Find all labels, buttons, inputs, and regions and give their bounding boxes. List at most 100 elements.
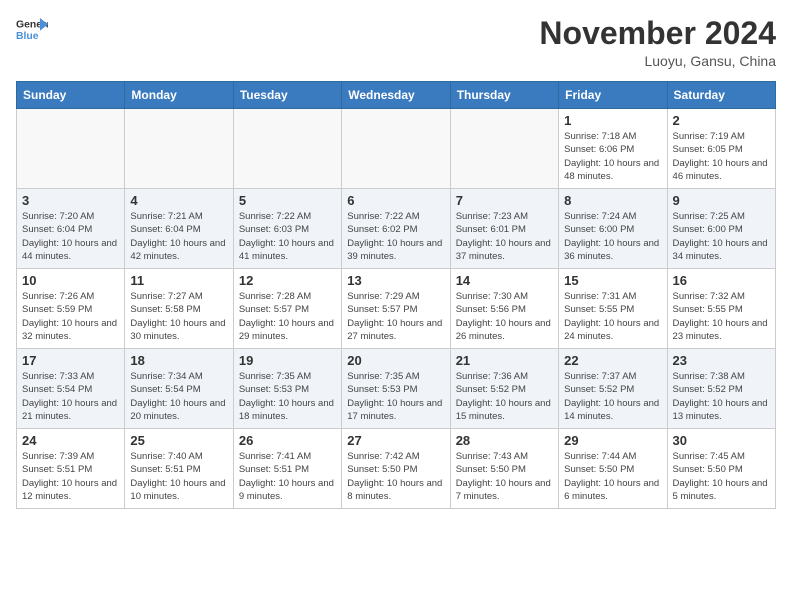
title-block: November 2024 Luoyu, Gansu, China — [539, 16, 776, 69]
weekday-header-wednesday: Wednesday — [342, 82, 450, 109]
month-title: November 2024 — [539, 16, 776, 51]
day-number: 6 — [347, 193, 444, 208]
weekday-header-row: SundayMondayTuesdayWednesdayThursdayFrid… — [17, 82, 776, 109]
day-info: Sunrise: 7:25 AM Sunset: 6:00 PM Dayligh… — [673, 210, 770, 263]
day-info: Sunrise: 7:43 AM Sunset: 5:50 PM Dayligh… — [456, 450, 553, 503]
calendar-cell: 26 Sunrise: 7:41 AM Sunset: 5:51 PM Dayli… — [233, 429, 341, 509]
calendar-week-2: 10 Sunrise: 7:26 AM Sunset: 5:59 PM Dayli… — [17, 269, 776, 349]
day-number: 23 — [673, 353, 770, 368]
calendar-cell: 9Sunrise: 7:25 AM Sunset: 6:00 PM Daylig… — [667, 189, 775, 269]
day-number: 14 — [456, 273, 553, 288]
day-number: 12 — [239, 273, 336, 288]
day-number: 24 — [22, 433, 119, 448]
day-number: 30 — [673, 433, 770, 448]
calendar-cell: 1 Sunrise: 7:18 AM Sunset: 6:06 PM Daylig… — [559, 109, 667, 189]
day-number: 25 — [130, 433, 227, 448]
day-number: 28 — [456, 433, 553, 448]
calendar-week-3: 17 Sunrise: 7:33 AM Sunset: 5:54 PM Dayli… — [17, 349, 776, 429]
calendar-cell: 20Sunrise: 7:35 AM Sunset: 5:53 PM Dayli… — [342, 349, 450, 429]
day-info: Sunrise: 7:18 AM Sunset: 6:06 PM Dayligh… — [564, 130, 661, 183]
calendar-week-0: 1 Sunrise: 7:18 AM Sunset: 6:06 PM Daylig… — [17, 109, 776, 189]
calendar-cell: 7Sunrise: 7:23 AM Sunset: 6:01 PM Daylig… — [450, 189, 558, 269]
calendar-cell: 4 Sunrise: 7:21 AM Sunset: 6:04 PM Daylig… — [125, 189, 233, 269]
weekday-header-tuesday: Tuesday — [233, 82, 341, 109]
day-info: Sunrise: 7:33 AM Sunset: 5:54 PM Dayligh… — [22, 370, 119, 423]
calendar-cell: 11 Sunrise: 7:27 AM Sunset: 5:58 PM Dayli… — [125, 269, 233, 349]
weekday-header-sunday: Sunday — [17, 82, 125, 109]
calendar-cell: 19 Sunrise: 7:35 AM Sunset: 5:53 PM Dayli… — [233, 349, 341, 429]
day-info: Sunrise: 7:20 AM Sunset: 6:04 PM Dayligh… — [22, 210, 119, 263]
calendar-cell — [17, 109, 125, 189]
day-info: Sunrise: 7:22 AM Sunset: 6:02 PM Dayligh… — [347, 210, 444, 263]
calendar-table: SundayMondayTuesdayWednesdayThursdayFrid… — [16, 81, 776, 509]
calendar-cell: 14 Sunrise: 7:30 AM Sunset: 5:56 PM Dayli… — [450, 269, 558, 349]
page-header: General Blue November 2024 Luoyu, Gansu,… — [16, 16, 776, 69]
day-info: Sunrise: 7:44 AM Sunset: 5:50 PM Dayligh… — [564, 450, 661, 503]
day-info: Sunrise: 7:45 AM Sunset: 5:50 PM Dayligh… — [673, 450, 770, 503]
day-number: 22 — [564, 353, 661, 368]
calendar-cell: 13 Sunrise: 7:29 AM Sunset: 5:57 PM Dayli… — [342, 269, 450, 349]
day-number: 2 — [673, 113, 770, 128]
calendar-cell: 10 Sunrise: 7:26 AM Sunset: 5:59 PM Dayli… — [17, 269, 125, 349]
day-info: Sunrise: 7:24 AM Sunset: 6:00 PM Dayligh… — [564, 210, 661, 263]
day-info: Sunrise: 7:36 AM Sunset: 5:52 PM Dayligh… — [456, 370, 553, 423]
day-number: 15 — [564, 273, 661, 288]
day-number: 10 — [22, 273, 119, 288]
calendar-cell: 15 Sunrise: 7:31 AM Sunset: 5:55 PM Dayli… — [559, 269, 667, 349]
day-info: Sunrise: 7:35 AM Sunset: 5:53 PM Dayligh… — [239, 370, 336, 423]
day-info: Sunrise: 7:35 AM Sunset: 5:53 PM Dayligh… — [347, 370, 444, 423]
calendar-cell: 25 Sunrise: 7:40 AM Sunset: 5:51 PM Dayli… — [125, 429, 233, 509]
day-number: 26 — [239, 433, 336, 448]
day-info: Sunrise: 7:23 AM Sunset: 6:01 PM Dayligh… — [456, 210, 553, 263]
calendar-cell — [233, 109, 341, 189]
calendar-cell: 27 Sunrise: 7:42 AM Sunset: 5:50 PM Dayli… — [342, 429, 450, 509]
calendar-cell — [342, 109, 450, 189]
day-number: 11 — [130, 273, 227, 288]
day-number: 18 — [130, 353, 227, 368]
day-number: 1 — [564, 113, 661, 128]
day-number: 5 — [239, 193, 336, 208]
calendar-cell: 5 Sunrise: 7:22 AM Sunset: 6:03 PM Daylig… — [233, 189, 341, 269]
calendar-cell: 18 Sunrise: 7:34 AM Sunset: 5:54 PM Dayli… — [125, 349, 233, 429]
calendar-cell — [450, 109, 558, 189]
day-info: Sunrise: 7:34 AM Sunset: 5:54 PM Dayligh… — [130, 370, 227, 423]
day-number: 4 — [130, 193, 227, 208]
weekday-header-monday: Monday — [125, 82, 233, 109]
day-number: 19 — [239, 353, 336, 368]
day-info: Sunrise: 7:21 AM Sunset: 6:04 PM Dayligh… — [130, 210, 227, 263]
day-info: Sunrise: 7:22 AM Sunset: 6:03 PM Dayligh… — [239, 210, 336, 263]
day-number: 27 — [347, 433, 444, 448]
day-info: Sunrise: 7:40 AM Sunset: 5:51 PM Dayligh… — [130, 450, 227, 503]
calendar-cell: 29 Sunrise: 7:44 AM Sunset: 5:50 PM Dayli… — [559, 429, 667, 509]
day-info: Sunrise: 7:30 AM Sunset: 5:56 PM Dayligh… — [456, 290, 553, 343]
calendar-cell: 8 Sunrise: 7:24 AM Sunset: 6:00 PM Daylig… — [559, 189, 667, 269]
calendar-cell: 2Sunrise: 7:19 AM Sunset: 6:05 PM Daylig… — [667, 109, 775, 189]
svg-text:Blue: Blue — [16, 31, 39, 42]
day-info: Sunrise: 7:27 AM Sunset: 5:58 PM Dayligh… — [130, 290, 227, 343]
day-info: Sunrise: 7:38 AM Sunset: 5:52 PM Dayligh… — [673, 370, 770, 423]
day-info: Sunrise: 7:29 AM Sunset: 5:57 PM Dayligh… — [347, 290, 444, 343]
calendar-body: 1 Sunrise: 7:18 AM Sunset: 6:06 PM Daylig… — [17, 109, 776, 509]
calendar-cell: 23 Sunrise: 7:38 AM Sunset: 5:52 PM Dayli… — [667, 349, 775, 429]
location: Luoyu, Gansu, China — [539, 53, 776, 69]
day-info: Sunrise: 7:42 AM Sunset: 5:50 PM Dayligh… — [347, 450, 444, 503]
day-number: 17 — [22, 353, 119, 368]
calendar-cell: 17 Sunrise: 7:33 AM Sunset: 5:54 PM Dayli… — [17, 349, 125, 429]
calendar-cell: 24Sunrise: 7:39 AM Sunset: 5:51 PM Dayli… — [17, 429, 125, 509]
calendar-cell: 3Sunrise: 7:20 AM Sunset: 6:04 PM Daylig… — [17, 189, 125, 269]
day-info: Sunrise: 7:31 AM Sunset: 5:55 PM Dayligh… — [564, 290, 661, 343]
calendar-cell: 21Sunrise: 7:36 AM Sunset: 5:52 PM Dayli… — [450, 349, 558, 429]
day-number: 29 — [564, 433, 661, 448]
day-info: Sunrise: 7:32 AM Sunset: 5:55 PM Dayligh… — [673, 290, 770, 343]
day-number: 8 — [564, 193, 661, 208]
day-number: 13 — [347, 273, 444, 288]
day-info: Sunrise: 7:26 AM Sunset: 5:59 PM Dayligh… — [22, 290, 119, 343]
logo-icon: General Blue — [16, 16, 48, 44]
weekday-header-friday: Friday — [559, 82, 667, 109]
weekday-header-saturday: Saturday — [667, 82, 775, 109]
calendar-cell: 16Sunrise: 7:32 AM Sunset: 5:55 PM Dayli… — [667, 269, 775, 349]
calendar-cell: 28 Sunrise: 7:43 AM Sunset: 5:50 PM Dayli… — [450, 429, 558, 509]
calendar-cell: 6 Sunrise: 7:22 AM Sunset: 6:02 PM Daylig… — [342, 189, 450, 269]
calendar-cell — [125, 109, 233, 189]
day-info: Sunrise: 7:41 AM Sunset: 5:51 PM Dayligh… — [239, 450, 336, 503]
